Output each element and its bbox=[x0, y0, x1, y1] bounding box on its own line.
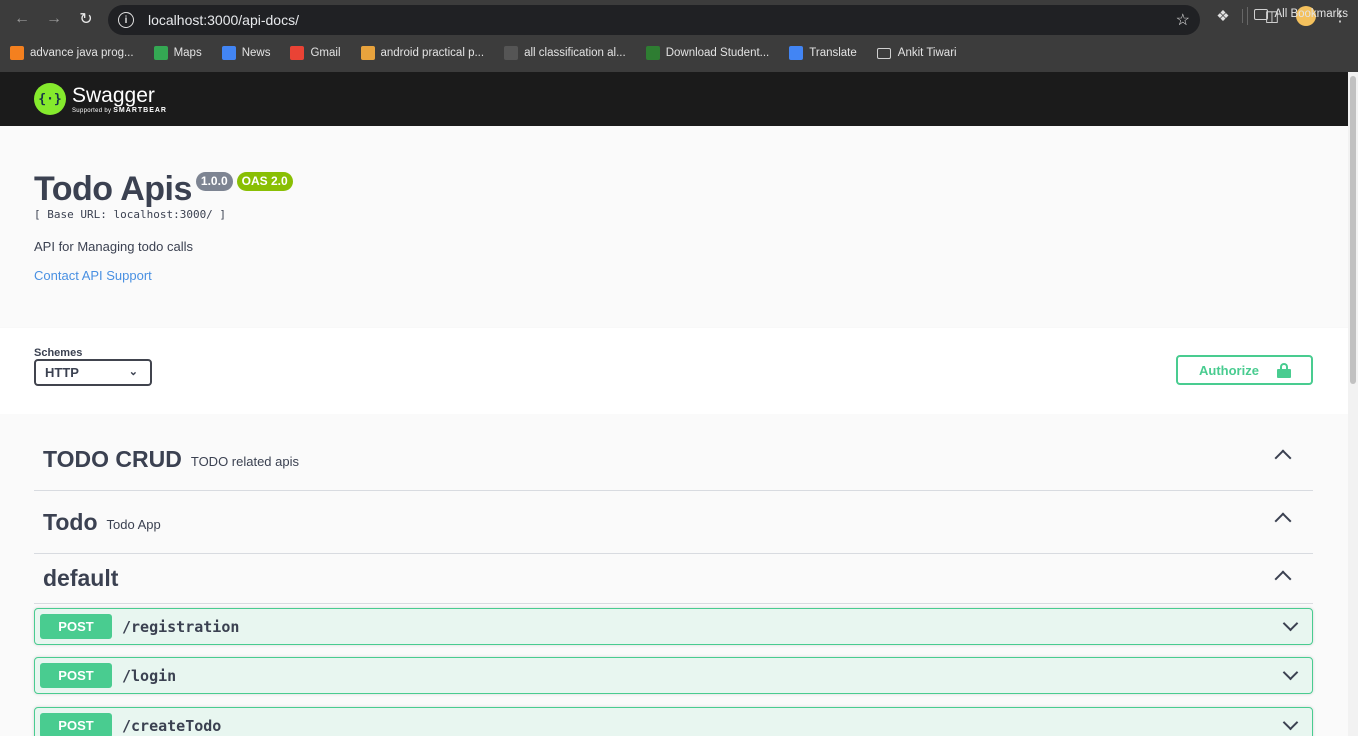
operation-path: /createTodo bbox=[122, 716, 222, 735]
bookmark-item[interactable]: advance java prog... bbox=[10, 46, 134, 60]
bookmark-item[interactable]: all classification al... bbox=[504, 46, 626, 60]
bookmark-favicon-icon bbox=[504, 46, 519, 60]
tag-section-todo-crud[interactable]: TODO CRUD TODO related apis bbox=[34, 428, 1313, 491]
operations-area: TODO CRUD TODO related apis Todo Todo Ap… bbox=[0, 414, 1348, 736]
folder-icon bbox=[1253, 8, 1268, 20]
page-scrollbar[interactable] bbox=[1348, 72, 1358, 736]
oas-badge: OAS 2.0 bbox=[236, 172, 293, 191]
operation-post-registration[interactable]: POST /registration bbox=[34, 608, 1313, 645]
tag-section-default[interactable]: default bbox=[34, 554, 1313, 604]
bookmark-label: Translate bbox=[809, 47, 857, 59]
schemes-container: Schemes HTTP ⌄ Authorize bbox=[0, 328, 1348, 414]
url-text[interactable]: localhost:3000/api-docs/ bbox=[148, 12, 299, 28]
page-title: Todo Apis bbox=[34, 170, 192, 208]
forward-icon[interactable]: → bbox=[40, 5, 68, 33]
swagger-brand-name: Swagger bbox=[72, 83, 155, 107]
bookmark-favicon-icon bbox=[645, 46, 660, 60]
bookmark-label: all classification al... bbox=[524, 47, 626, 59]
chevron-down-icon: ⌄ bbox=[128, 366, 138, 378]
bookmark-label: Ankit Tiwari bbox=[897, 47, 957, 59]
bookmark-label: Maps bbox=[173, 47, 202, 59]
bookmark-label: Download Student... bbox=[665, 47, 770, 59]
bookmark-label: News bbox=[241, 47, 271, 59]
site-info-icon[interactable]: i bbox=[118, 12, 134, 28]
method-badge: POST bbox=[40, 713, 112, 736]
browser-chrome: ← → ↻ i localhost:3000/api-docs/ ☆ ❖ ◫ ⋮… bbox=[0, 0, 1358, 72]
bookmark-item[interactable]: Gmail bbox=[290, 46, 341, 60]
bookmark-label: android practical p... bbox=[380, 47, 485, 59]
bookmark-favicon-icon bbox=[153, 46, 168, 60]
contact-link[interactable]: Contact API Support bbox=[34, 268, 152, 283]
bookmark-favicon-icon bbox=[360, 46, 375, 60]
bookmark-item[interactable]: android practical p... bbox=[360, 46, 485, 60]
method-badge: POST bbox=[40, 614, 112, 639]
authorize-label: Authorize bbox=[1199, 362, 1259, 378]
bookmark-favicon-icon bbox=[221, 46, 236, 60]
bookmarks-bar: advance java prog... Maps News Gmail android… bbox=[0, 38, 1358, 68]
bookmark-label: Gmail bbox=[310, 47, 341, 59]
bookmarks-divider bbox=[1242, 9, 1243, 23]
bookmark-favicon-icon bbox=[789, 46, 804, 60]
authorize-button[interactable]: Authorize bbox=[1176, 355, 1313, 385]
extensions-icon[interactable]: ❖ bbox=[1213, 6, 1233, 26]
tag-name: default bbox=[43, 565, 119, 591]
chevron-up-icon[interactable] bbox=[1274, 449, 1292, 467]
title-row: Todo Apis 1.0.0 OAS 2.0 bbox=[34, 170, 293, 209]
api-description: API for Managing todo calls bbox=[34, 239, 193, 254]
swagger-logo-icon[interactable]: {·} bbox=[34, 83, 66, 115]
chevron-up-icon[interactable] bbox=[1274, 570, 1292, 588]
chevron-down-icon[interactable] bbox=[1282, 664, 1299, 681]
tag-section-todo[interactable]: Todo Todo App bbox=[34, 491, 1313, 554]
bookmark-star-icon[interactable]: ☆ bbox=[1176, 10, 1190, 30]
version-badge: 1.0.0 bbox=[195, 172, 233, 191]
scheme-select[interactable]: HTTP ⌄ bbox=[34, 359, 152, 386]
bookmark-item[interactable]: News bbox=[221, 46, 271, 60]
operation-path: /registration bbox=[122, 617, 240, 636]
tag-description: TODO related apis bbox=[190, 453, 299, 469]
operation-path: /login bbox=[122, 666, 177, 685]
back-icon[interactable]: ← bbox=[8, 5, 36, 33]
scheme-selected-value: HTTP bbox=[45, 365, 79, 380]
swagger-supported-by: Supported by SMARTBEAR bbox=[72, 106, 167, 114]
bookmark-item[interactable]: Maps bbox=[153, 46, 202, 60]
tag-name: Todo bbox=[43, 508, 98, 535]
chevron-down-icon[interactable] bbox=[1282, 615, 1299, 632]
bookmark-item[interactable]: Translate bbox=[789, 46, 857, 60]
method-badge: POST bbox=[40, 663, 112, 688]
swagger-brand: Swagger Supported by SMARTBEAR bbox=[72, 83, 167, 114]
tag-name: TODO CRUD bbox=[43, 445, 182, 472]
api-info: Todo Apis 1.0.0 OAS 2.0 [ Base URL: loca… bbox=[0, 126, 1348, 328]
chevron-up-icon[interactable] bbox=[1274, 512, 1292, 530]
base-url: [ Base URL: localhost:3000/ ] bbox=[34, 208, 227, 221]
folder-icon bbox=[876, 47, 891, 59]
bookmark-favicon-icon bbox=[10, 46, 24, 60]
swagger-topbar: {·} Swagger Supported by SMARTBEAR bbox=[0, 72, 1348, 126]
lock-icon bbox=[1277, 363, 1291, 378]
scrollbar-thumb[interactable] bbox=[1350, 76, 1356, 384]
toolbar-divider bbox=[1247, 7, 1248, 25]
address-bar[interactable]: i localhost:3000/api-docs/ ☆ bbox=[108, 5, 1200, 35]
bookmark-item[interactable]: Ankit Tiwari bbox=[876, 47, 957, 59]
all-bookmarks-label: All Bookmarks bbox=[1274, 8, 1349, 20]
all-bookmarks-button[interactable]: All Bookmarks bbox=[1253, 8, 1349, 20]
operation-post-login[interactable]: POST /login bbox=[34, 657, 1313, 694]
reload-icon[interactable]: ↻ bbox=[72, 5, 100, 33]
bookmark-item[interactable]: Download Student... bbox=[645, 46, 770, 60]
chevron-down-icon[interactable] bbox=[1282, 714, 1299, 731]
schemes-label: Schemes bbox=[34, 347, 83, 359]
operation-post-createtodo[interactable]: POST /createTodo bbox=[34, 707, 1313, 736]
bookmark-favicon-icon bbox=[290, 46, 305, 60]
bookmark-label: advance java prog... bbox=[30, 47, 134, 59]
tag-description: Todo App bbox=[106, 516, 161, 532]
